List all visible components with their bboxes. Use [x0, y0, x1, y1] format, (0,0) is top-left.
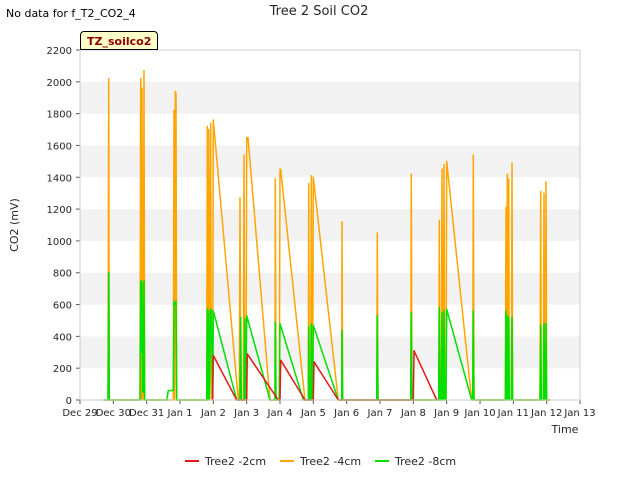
x-axis-label: Time: [551, 423, 579, 436]
legend-label: Tree2 -8cm: [394, 455, 456, 468]
y-tick-label: 400: [53, 332, 72, 343]
x-tick-label: Jan 6: [333, 408, 359, 419]
x-tick-label: Jan 1: [167, 408, 193, 419]
grid-band: [80, 113, 580, 146]
y-tick-label: 1200: [47, 205, 72, 216]
x-tick-label: Jan 7: [367, 408, 393, 419]
grid-band: [80, 81, 580, 114]
y-axis-ticks: 0 200 400 600 800 1000 1200 1400 1600 1800 2000 220…: [47, 46, 80, 407]
x-tick-label: Dec 31: [129, 408, 164, 419]
legend-label: Tree2 -4cm: [299, 455, 361, 468]
chart: 0 200 400 600 800 1000 1200 1400 1600 1800 2000 220…: [8, 4, 596, 468]
x-tick-label: Dec 30: [96, 408, 131, 419]
x-tick-label: Jan 10: [463, 408, 495, 419]
y-tick-label: 0: [66, 396, 72, 407]
x-tick-label: Dec 29: [62, 408, 97, 419]
y-tick-label: 600: [53, 301, 72, 312]
x-tick-label: Jan 4: [267, 408, 293, 419]
y-tick-label: 1800: [47, 110, 72, 121]
x-tick-label: Jan 13: [563, 408, 595, 419]
grid-band: [80, 177, 580, 210]
y-tick-label: 800: [53, 269, 72, 280]
grid-band: [80, 50, 580, 82]
x-tick-label: Jan 9: [433, 408, 459, 419]
x-axis-ticks: Dec 29Dec 30Dec 31 Jan 1 Jan 2 Jan 3 Jan 4 Ja…: [62, 400, 596, 419]
x-tick-label: Jan 3: [233, 408, 259, 419]
legend: Tree2 -2cm Tree2 -4cm Tree2 -8cm: [185, 455, 456, 468]
y-axis-label: CO2 (mV): [8, 198, 21, 252]
grid-band: [80, 145, 580, 178]
legend-label: Tree2 -2cm: [204, 455, 266, 468]
site-badge: TZ_soilco2: [80, 31, 159, 50]
y-tick-label: 2200: [47, 46, 72, 57]
x-tick-label: Jan 5: [300, 408, 326, 419]
chart-title: Tree 2 Soil CO2: [269, 4, 369, 19]
y-tick-label: 1600: [47, 141, 72, 152]
x-tick-label: Jan 8: [400, 408, 426, 419]
y-tick-label: 1000: [47, 237, 72, 248]
x-tick-label: Jan 2: [200, 408, 226, 419]
y-tick-label: 1400: [47, 173, 72, 184]
grid-band: [80, 209, 580, 241]
x-tick-label: Jan 11: [497, 408, 529, 419]
x-tick-label: Jan 12: [530, 408, 562, 419]
grid-band: [80, 240, 580, 273]
y-tick-label: 2000: [47, 78, 72, 89]
y-tick-label: 200: [53, 364, 72, 375]
